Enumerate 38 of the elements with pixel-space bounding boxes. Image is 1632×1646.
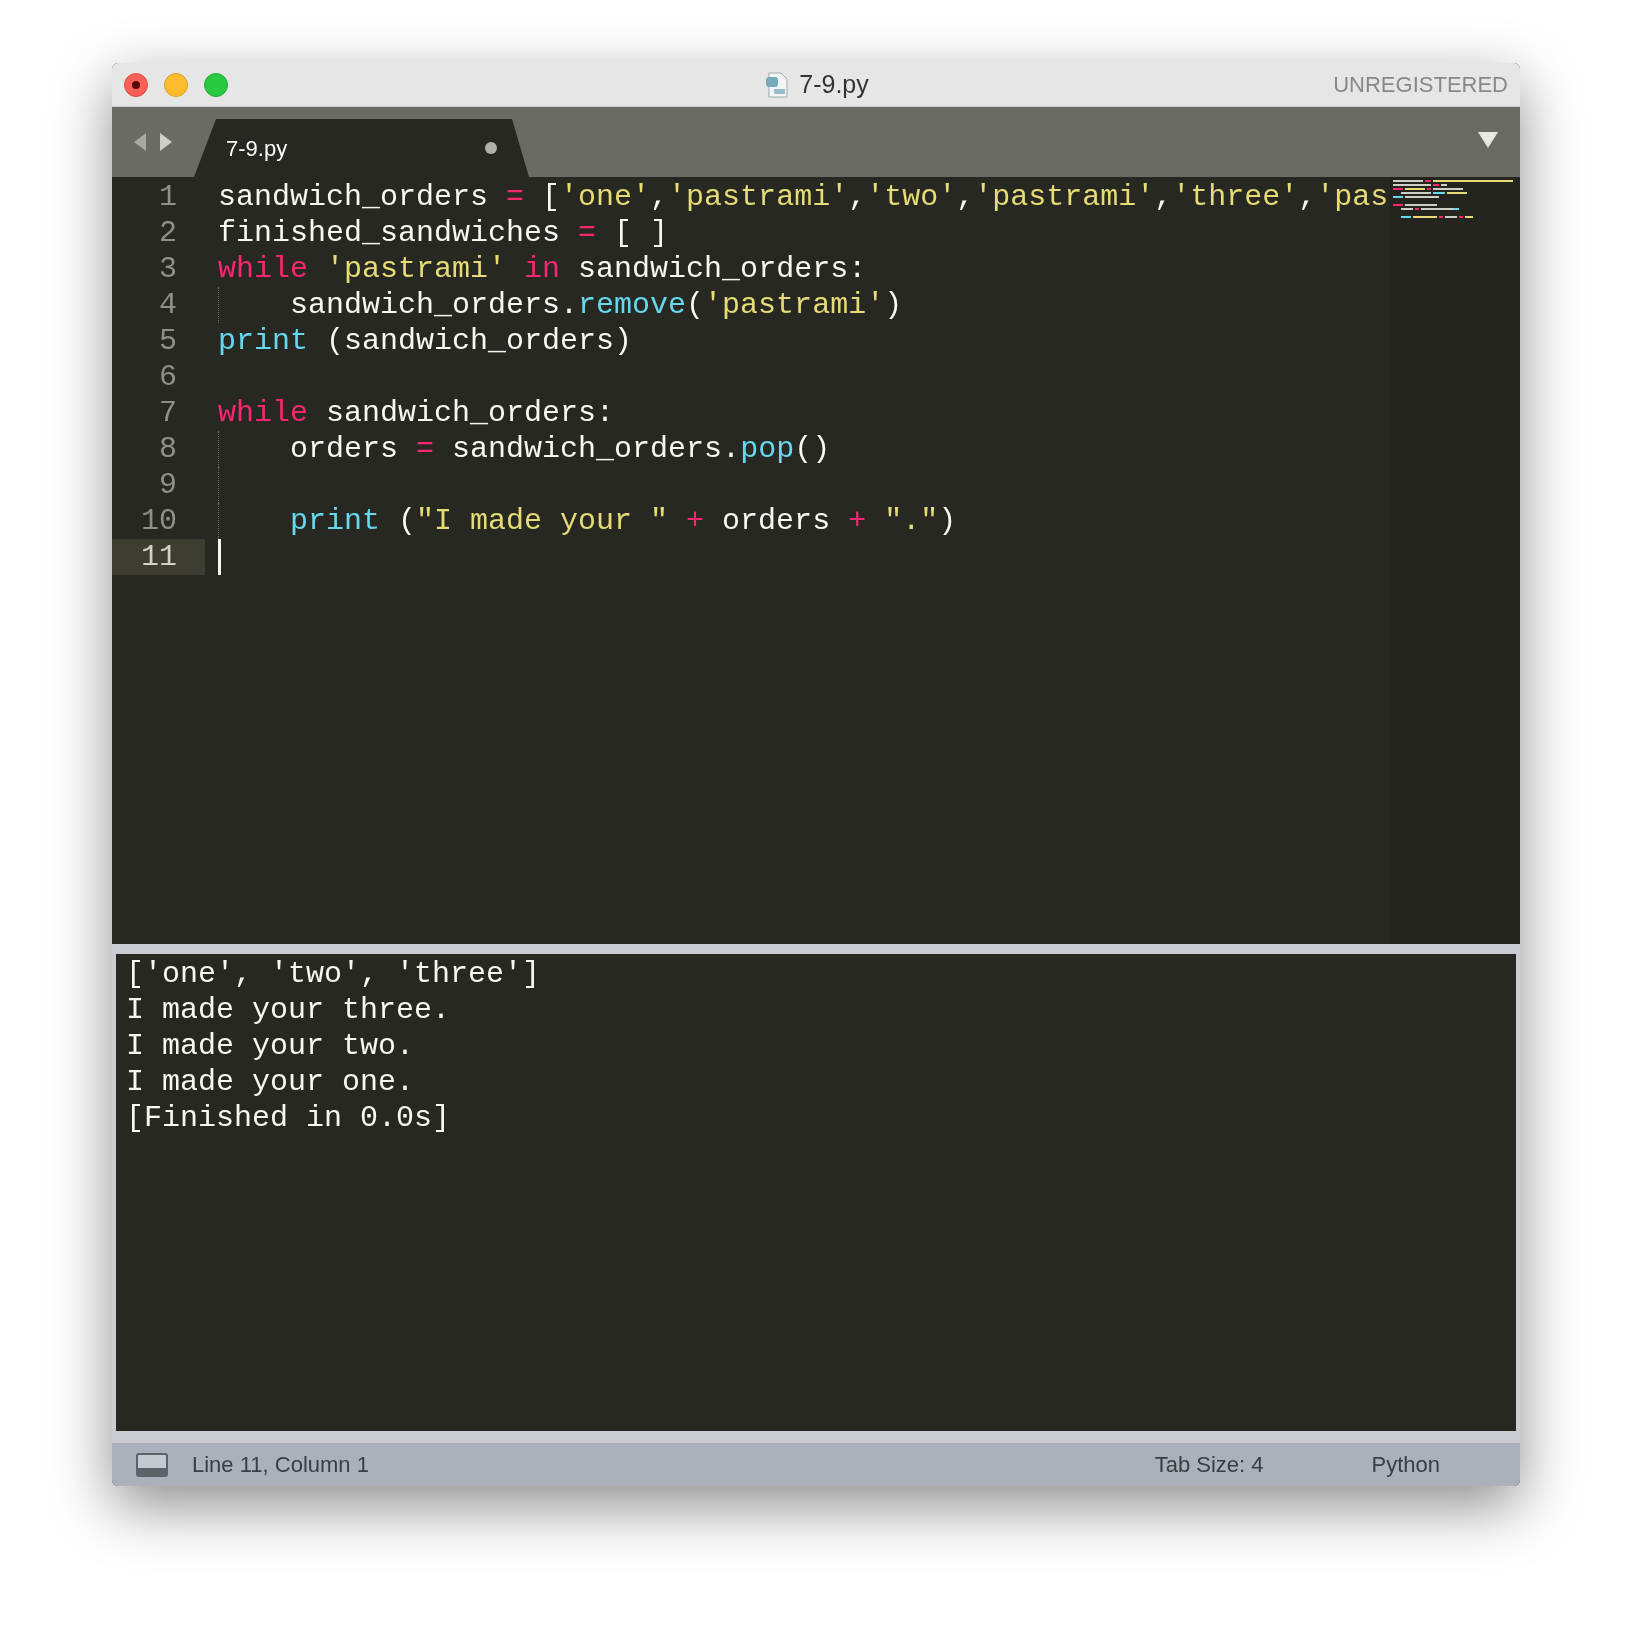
registration-status: UNREGISTERED bbox=[1333, 71, 1508, 99]
output-line: [Finished in 0.0s] bbox=[126, 1100, 451, 1136]
code-line: finished_sandwiches = [ ] bbox=[218, 215, 669, 251]
line-number: 3 bbox=[158, 251, 178, 287]
forward-arrow-icon[interactable] bbox=[158, 132, 174, 152]
dropdown-arrow-icon[interactable] bbox=[1478, 132, 1498, 148]
line-number: 11 bbox=[112, 539, 205, 575]
back-arrow-icon[interactable] bbox=[132, 132, 148, 152]
text-cursor bbox=[218, 539, 221, 575]
line-number: 10 bbox=[140, 503, 178, 539]
cursor-position: Line 11, Column 1 bbox=[192, 1451, 369, 1479]
output-line: I made your one. bbox=[126, 1064, 415, 1100]
output-line: ['one', 'two', 'three'] bbox=[126, 956, 541, 992]
close-button[interactable] bbox=[124, 72, 148, 97]
code-line: sandwich_orders.remove('pastrami') bbox=[289, 287, 903, 323]
zoom-button[interactable] bbox=[204, 72, 228, 97]
window-title: 7-9.py bbox=[799, 69, 869, 101]
file-tab[interactable]: 7-9.py bbox=[194, 119, 529, 177]
line-number: 6 bbox=[158, 359, 178, 395]
tab-size-indicator[interactable]: Tab Size: 4 bbox=[1154, 1448, 1264, 1481]
line-number: 2 bbox=[158, 215, 178, 251]
code-line: orders = sandwich_orders.pop() bbox=[289, 431, 831, 467]
minimize-button[interactable] bbox=[164, 72, 188, 97]
output-line: I made your two. bbox=[126, 1028, 415, 1064]
code-line: while 'pastrami' in sandwich_orders: bbox=[218, 251, 867, 287]
line-number: 7 bbox=[158, 395, 178, 431]
code-line: sandwich_orders = ['one','pastrami','two','pastrami','three','pas bbox=[218, 179, 1389, 215]
code-line: print (sandwich_orders) bbox=[218, 323, 633, 359]
line-number: 5 bbox=[158, 323, 178, 359]
line-number: 8 bbox=[158, 431, 178, 467]
syntax-indicator[interactable]: Python bbox=[1371, 1448, 1440, 1481]
code-line: print ("I made your " + orders + ".") bbox=[289, 503, 957, 539]
line-number: 4 bbox=[158, 287, 178, 323]
code-line: while sandwich_orders: bbox=[218, 395, 615, 431]
output-line: I made your three. bbox=[126, 992, 451, 1028]
line-number: 9 bbox=[158, 467, 178, 503]
panel-toggle-icon[interactable] bbox=[136, 1452, 168, 1477]
line-number: 1 bbox=[158, 179, 178, 215]
